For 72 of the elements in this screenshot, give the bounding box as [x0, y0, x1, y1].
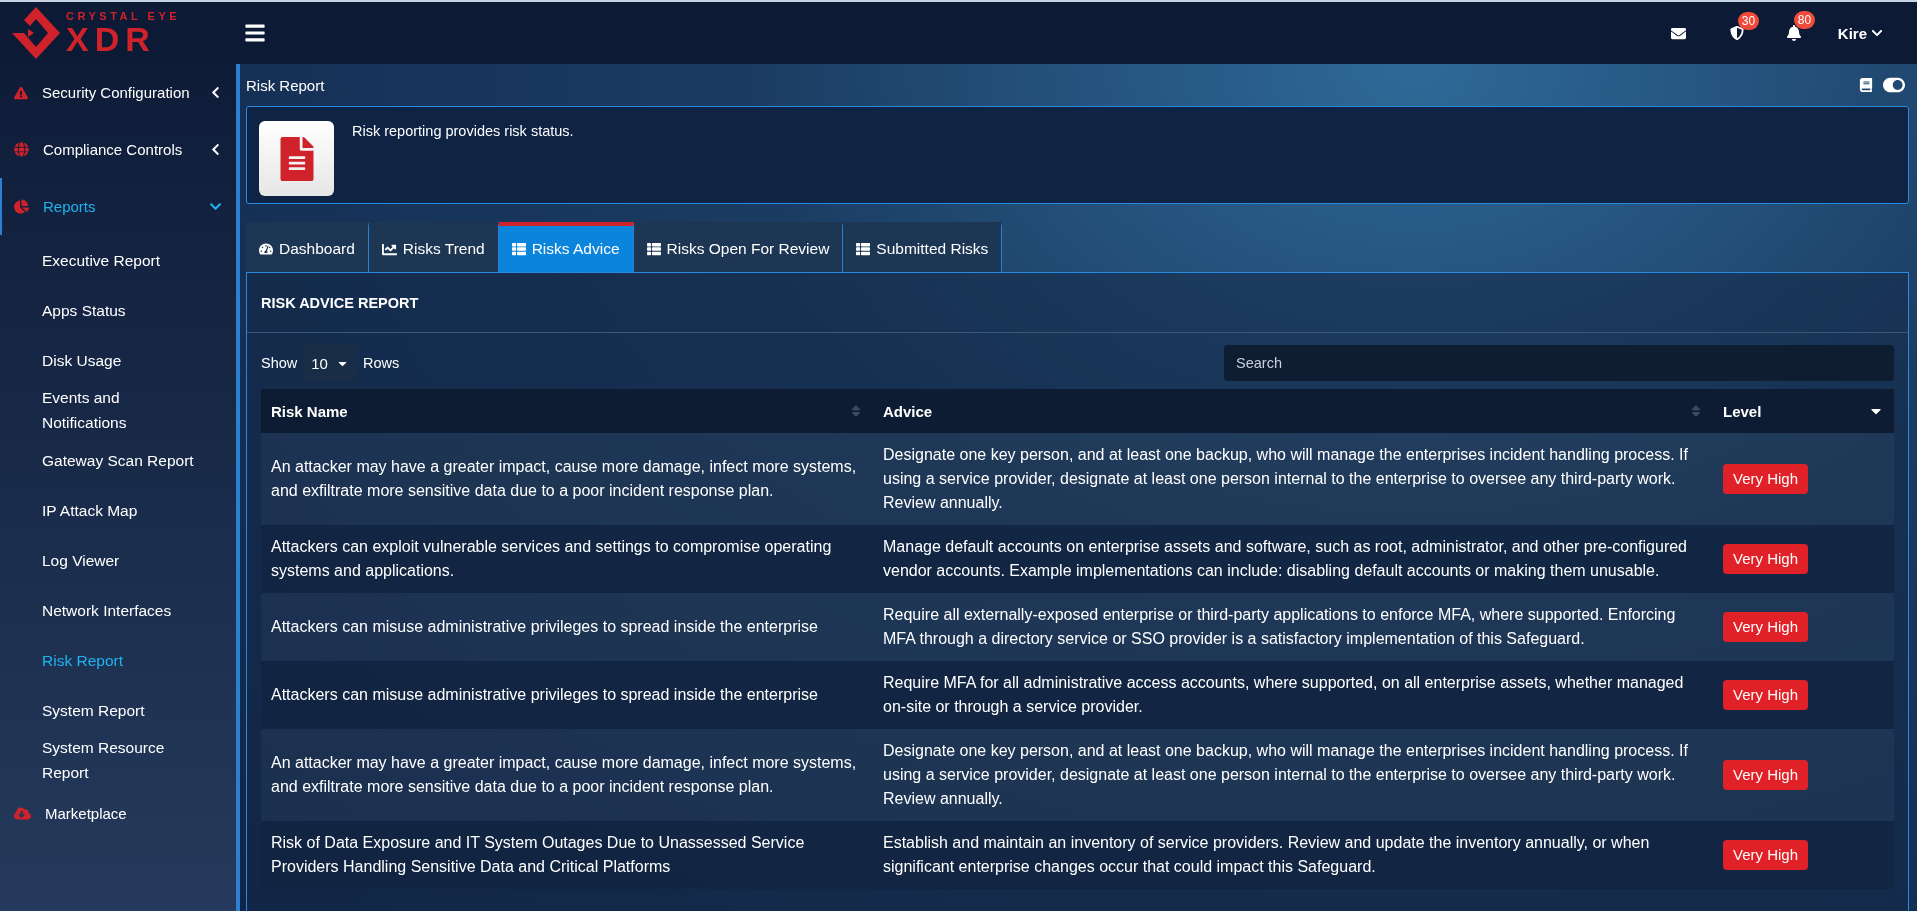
sidebar-subitem[interactable]: Events and Notifications: [0, 385, 236, 435]
list-icon: [856, 242, 871, 256]
gauge-icon: [259, 242, 273, 256]
sidebar-subitem[interactable]: Executive Report: [0, 235, 236, 285]
pie-chart-icon: [14, 199, 29, 214]
search-field[interactable]: Search: [1224, 345, 1894, 381]
chevron-left-icon: [209, 143, 222, 156]
tab[interactable]: Risks Advice: [498, 222, 634, 272]
cloud-download-icon: [14, 805, 31, 822]
tab[interactable]: Submitted Risks: [843, 222, 1003, 272]
menu-button[interactable]: [244, 22, 266, 44]
show-label: Show: [261, 355, 298, 371]
page-title: Risk Report: [246, 76, 326, 94]
table-cell-text: Require MFA for all administrative access accounts, where supported, on all enterprise assets, whether managed on-site or through a service provider.: [882, 673, 1685, 717]
table-cell-text: Attackers can misuse administrative privileges to spread inside the enterprise: [270, 617, 819, 637]
column-header[interactable]: Advice: [883, 402, 933, 420]
level-tag: Very High: [1723, 544, 1809, 574]
notification-count: 30: [1737, 12, 1760, 30]
line-chart-icon: [381, 241, 397, 257]
logo-text: CRYSTAL EYE: [66, 10, 181, 22]
panel-title: RISK ADVICE REPORT: [247, 273, 1908, 333]
sidebar-subitem[interactable]: Apps Status: [0, 285, 236, 335]
page-description: Risk reporting provides risk status.: [352, 122, 574, 141]
table-cell-text: An attacker may have a greater impact, cause more damage, infect more systems, and exfiltrate more sensitive data due to a poor incident response plan.: [270, 457, 858, 501]
table-cell-text: Designate one key person, and at least one backup, who will manage the enterprises incident handling process. If using a service provider, designate at least one person internal to the enterprise to oversee any third-party work. Review annually.: [882, 445, 1689, 513]
rows-label: Rows: [362, 355, 400, 371]
user-menu[interactable]: Kire: [1831, 23, 1889, 43]
shield-button[interactable]: [1729, 26, 1744, 40]
sidebar-subitem[interactable]: Gateway Scan Report: [0, 435, 236, 485]
column-header[interactable]: Risk Name: [271, 402, 348, 420]
list-icon: [511, 242, 526, 256]
globe-icon: [14, 142, 29, 157]
sidebar-subitem[interactable]: Risk Report: [0, 635, 236, 685]
table-cell-text: Designate one key person, and at least one backup, who will manage the enterprises incident handling process. If using a service provider, designate at least one person internal to the enterprise to oversee any third-party work. Review annually.: [882, 741, 1689, 809]
level-tag: Very High: [1723, 464, 1809, 494]
level-tag: Very High: [1723, 760, 1809, 790]
sidebar-item[interactable]: Reports: [0, 178, 236, 235]
notification-count: 80: [1793, 11, 1816, 29]
level-tag: Very High: [1723, 840, 1809, 870]
warning-icon: [14, 85, 28, 100]
rows-select[interactable]: 10: [303, 345, 357, 381]
sidebar-subitem[interactable]: Disk Usage: [0, 335, 236, 385]
book-button[interactable]: [1859, 78, 1873, 92]
sidebar-subitem[interactable]: Network Interfaces: [0, 585, 236, 635]
chevron-down-icon: [1871, 27, 1883, 39]
table-cell-text: An attacker may have a greater impact, cause more damage, infect more systems, and exfiltrate more sensitive data due to a poor incident response plan.: [270, 753, 858, 797]
column-header[interactable]: Level: [1723, 402, 1762, 420]
level-tag: Very High: [1723, 612, 1809, 642]
chevron-left-icon: [209, 86, 222, 99]
sidebar-subitem[interactable]: System Report: [0, 685, 236, 735]
logo-icon: [12, 7, 60, 59]
logo-wordmark: XDR: [66, 21, 156, 56]
sidebar-item[interactable]: Marketplace: [0, 785, 236, 842]
mail-button[interactable]: [1670, 25, 1686, 41]
tab[interactable]: Risks Open For Review: [633, 222, 844, 272]
tab[interactable]: Dashboard: [246, 222, 369, 272]
table-cell-text: Risk of Data Exposure and IT System Outages Due to Unassessed Service Providers Handling Sensitive Data and Critical Platforms: [270, 833, 806, 877]
table-cell-text: Establish and maintain an inventory of service providers. Review and update the inventory annually, or when significant enterprise changes occur that could impact this Safeguard.: [882, 833, 1651, 877]
sidebar-subitem[interactable]: Log Viewer: [0, 535, 236, 585]
bell-button[interactable]: [1785, 25, 1802, 41]
table-cell-text: Attackers can misuse administrative privileges to spread inside the enterprise: [270, 685, 819, 705]
table-cell-text: Require all externally-exposed enterprise or third-party applications to enforce MFA, where supported. Enforcing MFA through a directory service or SSO provider is a satisfactory implementation of this Safeguard.: [882, 605, 1677, 649]
sidebar-subitem[interactable]: IP Attack Map: [0, 485, 236, 535]
chevron-down-icon: [209, 200, 222, 213]
sidebar-item[interactable]: Compliance Controls: [0, 121, 236, 178]
level-tag: Very High: [1723, 680, 1809, 710]
sidebar-item[interactable]: Security Configuration: [0, 64, 236, 121]
table-cell-text: Manage default accounts on enterprise assets and software, such as root, administrator, and other pre-configured vendor accounts. Example implementations can include: disabling default accounts or making them unusable.: [882, 537, 1688, 581]
sidebar-subitem[interactable]: System Resource Report: [0, 735, 236, 785]
table-cell-text: Attackers can exploit vulnerable services and settings to compromise operating systems and applications.: [270, 537, 833, 581]
tab[interactable]: Risks Trend: [368, 222, 499, 272]
list-icon: [646, 242, 661, 256]
